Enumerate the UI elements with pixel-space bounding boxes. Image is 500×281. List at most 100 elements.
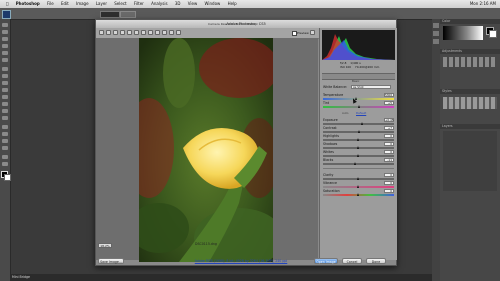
menu-edit[interactable]: Edit — [61, 0, 69, 8]
zoom-tool-icon[interactable] — [2, 162, 8, 166]
brush-tool-icon[interactable] — [2, 74, 8, 78]
preview-label: Preview — [297, 31, 309, 35]
crop-icon[interactable] — [127, 30, 132, 35]
background-color-swatch[interactable] — [4, 174, 11, 181]
vibrance-row: Vibrance 0 — [323, 181, 394, 188]
tint-value[interactable]: +5 — [384, 101, 394, 105]
menu-image[interactable]: Image — [76, 0, 89, 8]
eyedropper-tool-icon[interactable] — [2, 58, 8, 62]
stamp-tool-icon[interactable] — [2, 81, 8, 85]
white-balance-select[interactable]: As Shot — [351, 84, 391, 89]
tint-slider[interactable] — [358, 105, 361, 108]
red-eye-icon[interactable] — [141, 30, 146, 35]
exposure-track[interactable] — [323, 123, 394, 125]
exposure-value[interactable]: +0.45 — [384, 118, 394, 122]
clarity-row: Clarity 0 — [323, 173, 394, 180]
healing-tool-icon[interactable] — [2, 67, 8, 71]
exposure-slider[interactable] — [361, 122, 364, 125]
menu-apple[interactable]:  — [6, 0, 8, 8]
menu-select[interactable]: Select — [114, 0, 126, 8]
whites-slider[interactable] — [356, 154, 359, 157]
menu-layer[interactable]: Layer — [96, 0, 107, 8]
temperature-track[interactable] — [323, 98, 394, 100]
highlights-label: Highlights — [323, 134, 340, 138]
menu-photoshop[interactable]: Photoshop — [16, 0, 40, 8]
white-balance-row: White Balance: As Shot — [323, 84, 394, 92]
menu-window[interactable]: Window — [205, 0, 221, 8]
clarity-slider[interactable] — [356, 177, 359, 180]
layers-panel-header[interactable]: Layers — [440, 124, 500, 129]
gradient-tool-icon[interactable] — [2, 102, 8, 106]
highlights-value[interactable]: 0 — [384, 134, 394, 138]
cancel-button[interactable]: Cancel — [342, 258, 362, 264]
actions-panel-icon[interactable] — [433, 31, 439, 36]
white-balance-icon[interactable] — [113, 30, 118, 35]
color-spectrum[interactable] — [443, 26, 483, 40]
blur-tool-icon[interactable] — [2, 109, 8, 113]
layers-list[interactable] — [443, 131, 497, 191]
brushes-panel-icon[interactable] — [433, 39, 439, 44]
pen-tool-icon[interactable] — [2, 125, 8, 129]
clarity-value[interactable]: 0 — [384, 173, 394, 177]
hand-icon[interactable] — [106, 30, 111, 35]
preferences-icon[interactable] — [162, 30, 167, 35]
path-select-tool-icon[interactable] — [2, 139, 8, 143]
color-sampler-icon[interactable] — [120, 30, 125, 35]
save-image-button[interactable]: Save Image... — [98, 258, 124, 264]
options-dropdown[interactable] — [120, 11, 136, 18]
menu-filter[interactable]: Filter — [134, 0, 144, 8]
auto-link[interactable]: Auto — [342, 111, 349, 115]
lasso-tool-icon[interactable] — [2, 37, 8, 41]
brush-icon[interactable] — [148, 30, 153, 35]
menu-analysis[interactable]: Analysis — [151, 0, 167, 8]
done-button[interactable]: Done — [366, 258, 386, 264]
hand-tool-icon[interactable] — [2, 155, 8, 159]
menu-3d[interactable]: 3D — [175, 0, 181, 8]
zoom-level-field[interactable]: 18.2% — [98, 243, 112, 248]
eraser-tool-icon[interactable] — [2, 95, 8, 99]
fullscreen-icon[interactable] — [310, 30, 315, 35]
rotate-left-icon[interactable] — [169, 30, 174, 35]
workflow-options-link[interactable]: Adobe RGB (1998); 8 bit; 4928 by 3264 (1… — [176, 258, 306, 264]
vibrance-slider[interactable] — [356, 185, 359, 188]
saturation-value[interactable]: 0 — [384, 189, 394, 193]
default-link[interactable]: Default — [356, 111, 366, 115]
shadows-slider[interactable] — [356, 146, 359, 149]
styles-panel-header[interactable]: Styles — [440, 89, 500, 94]
temperature-value[interactable]: 5300 — [384, 93, 394, 97]
mini-bridge-label[interactable]: Mini Bridge — [12, 275, 30, 279]
blacks-track[interactable] — [323, 163, 394, 165]
vibrance-value[interactable]: 0 — [384, 181, 394, 185]
quick-select-tool-icon[interactable] — [2, 44, 8, 48]
whites-value[interactable]: 0 — [384, 150, 394, 154]
blacks-slider[interactable] — [354, 162, 357, 165]
crop-tool-icon[interactable] — [2, 51, 8, 55]
move-tool-icon[interactable] — [2, 23, 8, 27]
adjustments-panel-header[interactable]: Adjustments — [440, 49, 500, 54]
dialog-bottom-bar: Save Image... Adobe RGB (1998); 8 bit; 4… — [96, 258, 396, 265]
shape-tool-icon[interactable] — [2, 146, 8, 150]
straighten-icon[interactable] — [134, 30, 139, 35]
marquee-tool-icon[interactable] — [2, 30, 8, 34]
rotate-right-icon[interactable] — [176, 30, 181, 35]
history-brush-tool-icon[interactable] — [2, 88, 8, 92]
color-panel-header[interactable]: Color — [440, 19, 500, 24]
zoom-icon[interactable] — [99, 30, 104, 35]
menu-file[interactable]: File — [47, 0, 54, 8]
menu-view[interactable]: View — [188, 0, 198, 8]
styles-swatches[interactable] — [443, 97, 497, 109]
graduated-filter-icon[interactable] — [155, 30, 160, 35]
dodge-tool-icon[interactable] — [2, 116, 8, 120]
workspace-button[interactable] — [100, 11, 120, 18]
adjustment-icons-grid[interactable] — [443, 57, 497, 67]
contrast-value[interactable]: +7 — [384, 126, 394, 130]
contrast-slider[interactable] — [358, 130, 361, 133]
highlights-slider[interactable] — [356, 138, 359, 141]
menu-help[interactable]: Help — [228, 0, 237, 8]
shadows-value[interactable]: 0 — [384, 142, 394, 146]
type-tool-icon[interactable] — [2, 132, 8, 136]
open-image-button[interactable]: Open Image — [314, 258, 338, 264]
blacks-value[interactable]: -11 — [384, 158, 394, 162]
history-panel-icon[interactable] — [433, 23, 439, 28]
saturation-slider[interactable] — [356, 193, 359, 196]
